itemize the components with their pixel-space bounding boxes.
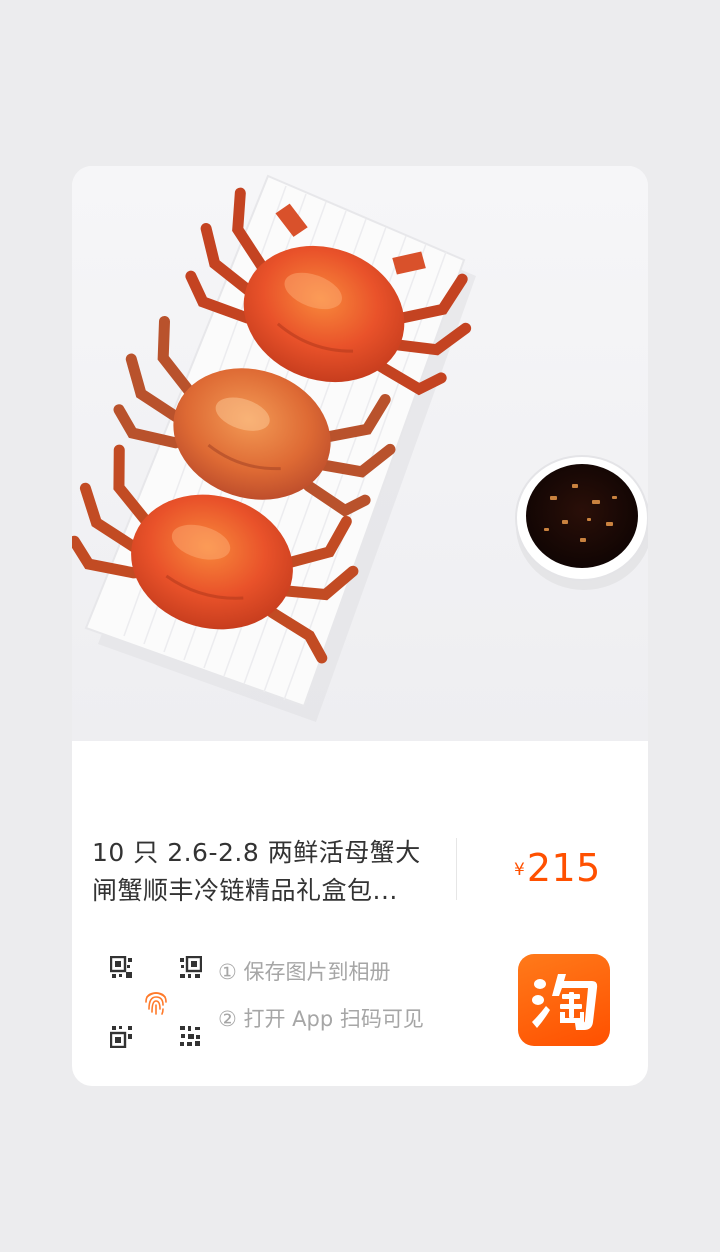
share-instructions: ① 保存图片到相册 ② 打开 App 扫码可见 xyxy=(218,960,424,1031)
crab-photo xyxy=(72,166,648,741)
divider xyxy=(456,838,457,900)
qr-code[interactable] xyxy=(110,956,202,1048)
step-open-app-scan: ② 打开 App 扫码可见 xyxy=(218,1007,424,1031)
taobao-app-icon[interactable] xyxy=(518,954,610,1046)
product-title-line2: 闸蟹顺丰冷链精品礼盒包... xyxy=(92,876,398,905)
qr-code-icon xyxy=(180,1026,200,1046)
product-image[interactable] xyxy=(72,166,648,741)
price-value: 215 xyxy=(526,846,601,890)
product-title-line1: 10 只 2.6-2.8 两鲜活母蟹大 xyxy=(92,838,421,867)
product-title[interactable]: 10 只 2.6-2.8 两鲜活母蟹大 闸蟹顺丰冷链精品礼盒包... xyxy=(92,834,432,910)
sauce-bowl xyxy=(515,455,648,590)
qr-code-icon xyxy=(110,1026,132,1048)
qr-code-icon xyxy=(110,956,132,978)
product-share-card: 10 只 2.6-2.8 两鲜活母蟹大 闸蟹顺丰冷链精品礼盒包... ¥215 xyxy=(72,166,648,1086)
product-price: ¥215 xyxy=(514,846,601,890)
fingerprint-icon xyxy=(145,992,167,1015)
price-currency-symbol: ¥ xyxy=(514,860,525,880)
qr-code-icon xyxy=(180,956,202,978)
step-save-image: ① 保存图片到相册 xyxy=(218,960,391,984)
taobao-logo-icon xyxy=(532,974,598,1030)
